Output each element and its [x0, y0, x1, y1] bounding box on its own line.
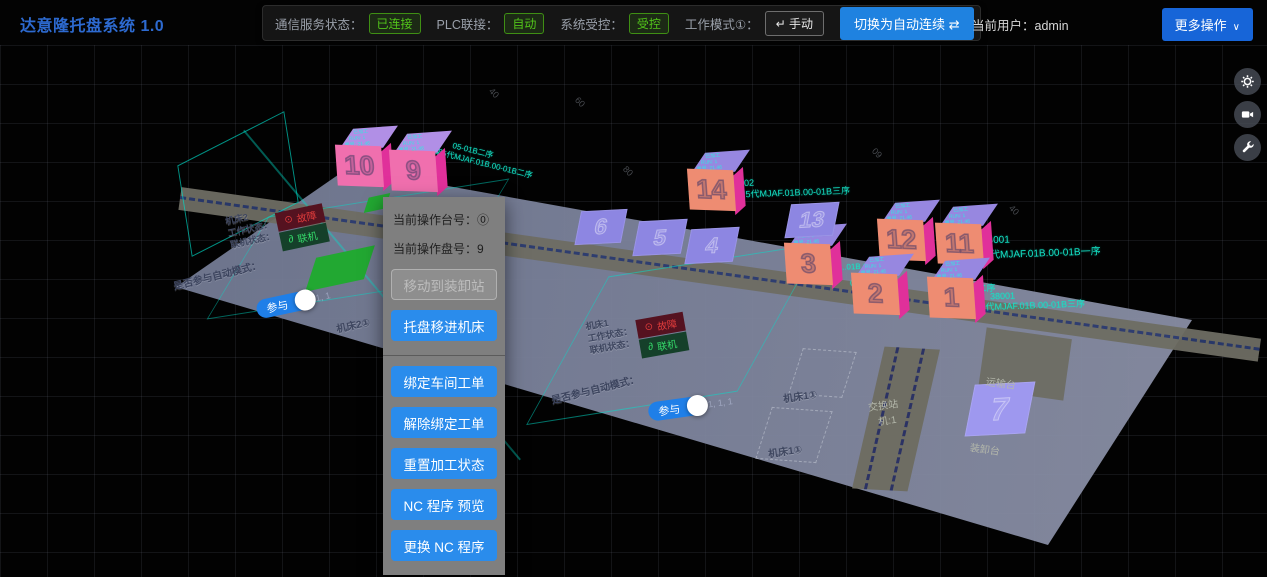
pallet-number: 10: [343, 150, 375, 182]
grid-tick-label: 60: [573, 95, 587, 109]
camera-view-button[interactable]: [1234, 101, 1261, 128]
slot-number: 6: [592, 214, 610, 241]
work-mode-group: 工作模式①： ↵ 手动: [685, 11, 824, 36]
grid-tick-label: 09: [870, 146, 884, 160]
more-actions-button[interactable]: 更多操作∨: [1162, 8, 1253, 41]
slot-number: 7: [987, 390, 1012, 428]
pallet-into-machine-button[interactable]: 托盘移进机床: [391, 310, 497, 341]
pallet-number: 14: [695, 174, 727, 206]
status-badge: 自动: [504, 13, 544, 34]
header-bar: 达意隆托盘系统 1.0 通信服务状态： 已连接 PLC联接： 自动 系统受控: [0, 0, 1267, 45]
username: admin: [1035, 19, 1069, 33]
status-badge: 已连接: [369, 13, 421, 34]
pallet-slot[interactable]: 13: [784, 202, 839, 238]
chevron-down-icon: ∨: [1233, 22, 1240, 33]
current-user: 当前用户：admin: [972, 15, 1069, 34]
pallet-slot[interactable]: 4: [684, 227, 739, 264]
pallet-cube[interactable]: 已加工 RUN: 1 单号: 21.46 1: [926, 258, 988, 324]
scene-canvas[interactable]: 4060800940 05-01B二序机架5代MJAF.01B.00-01B二序…: [0, 45, 1267, 577]
current-station-value: ⓪: [477, 213, 489, 227]
pallet-cube-front: 2: [851, 273, 900, 316]
tools-button[interactable]: [1234, 134, 1261, 161]
toggle-suffix: 1, 1: [314, 290, 331, 303]
pallet-cube[interactable]: 已加工 RUN: 1 单号: 21.46 2: [850, 254, 912, 320]
swap-icon: ⇄: [949, 17, 960, 32]
link-icon: ∂: [288, 234, 295, 246]
settings-button[interactable]: [1234, 68, 1261, 95]
manual-mode-button[interactable]: ↵ 手动: [765, 11, 824, 36]
popup-action-button[interactable]: 解除绑定工单: [391, 407, 497, 438]
enter-icon: ↵: [776, 17, 786, 31]
pallet-cube[interactable]: 已加工 RUN: 1 单号: 21.46 10: [334, 126, 396, 192]
pallet-cube-front: 9: [389, 150, 438, 193]
move-to-loading-station-button: 移动到装卸站: [391, 269, 497, 300]
camera-icon: [1240, 107, 1255, 122]
slot-number: 5: [651, 224, 669, 251]
status-item: PLC联接： 自动: [437, 13, 545, 34]
pallet-number: 9: [405, 155, 422, 186]
area-label: 机:1: [877, 411, 897, 428]
pallet-cube-front: 3: [784, 243, 833, 286]
status-label: 系统受控：: [560, 14, 623, 33]
popup-action-button[interactable]: 绑定车间工单: [391, 366, 497, 397]
grid-tick-label: 80: [621, 164, 635, 178]
pallet-slot[interactable]: 5: [632, 219, 687, 256]
slot-number: 4: [703, 232, 721, 259]
current-pallet-row: 当前操作盘号：9: [393, 240, 495, 257]
pallet-number: 2: [867, 278, 884, 309]
app-window: 达意隆托盘系统 1.0 通信服务状态： 已连接 PLC联接： 自动 系统受控: [0, 0, 1267, 577]
pallet-cube[interactable]: 已加工 RUN: 1 单号: 21.46 14: [686, 150, 748, 216]
pallet-number: 3: [800, 248, 817, 279]
status-item: 系统受控： 受控: [560, 13, 669, 34]
popup-action-button[interactable]: 更换 NC 程序: [391, 530, 497, 561]
pallet-cube[interactable]: 已加工 RUN: 1 单号: 21.46 9: [388, 131, 450, 197]
pallet-number: 11: [944, 228, 975, 260]
toggle-label: 参与: [265, 296, 290, 316]
app-title: 达意隆托盘系统 1.0: [20, 12, 164, 36]
slot-number: 13: [797, 206, 827, 233]
status-panel: 通信服务状态： 已连接 PLC联接： 自动 系统受控： 受控 工作模式①：: [262, 5, 981, 41]
popup-action-button[interactable]: NC 程序 预览: [391, 489, 497, 520]
toggle-knob[interactable]: [686, 394, 710, 418]
status-badge: 受控: [629, 13, 669, 34]
status-item: 通信服务状态： 已连接: [275, 13, 421, 34]
gear-icon: [1240, 74, 1255, 89]
fault-icon: ⊙: [644, 321, 654, 333]
grid-tick-label: 40: [1007, 203, 1021, 217]
pallet-slot[interactable]: 6: [574, 209, 627, 245]
toggle-label: 参与: [657, 400, 681, 419]
status-label: PLC联接：: [437, 14, 499, 33]
wrench-icon: [1240, 140, 1255, 155]
pallet-context-menu: 当前操作台号：⓪ 当前操作盘号：9 移动到装卸站 托盘移进机床 绑定车间工单解除…: [383, 197, 505, 575]
fault-icon: ⊙: [283, 214, 293, 227]
pallet-cube-front: 1: [927, 277, 976, 320]
pallet-cube-front: 14: [687, 169, 736, 212]
current-station-row: 当前操作台号：⓪: [393, 211, 495, 228]
work-mode-label: 工作模式①：: [685, 14, 759, 33]
pallet-number: 12: [885, 224, 917, 256]
switch-auto-continuous-button[interactable]: 切换为自动连续 ⇄: [840, 7, 974, 40]
current-pallet-value: 9: [477, 242, 484, 256]
status-label: 通信服务状态：: [275, 14, 363, 33]
toggle-suffix: 1, 1, 1: [707, 396, 733, 409]
grid-tick-label: 40: [487, 86, 501, 100]
status-list: 通信服务状态： 已连接 PLC联接： 自动 系统受控： 受控: [275, 13, 669, 34]
popup-action-buttons: 绑定车间工单解除绑定工单重置加工状态 NC 程序 预览更换 NC 程序: [383, 355, 505, 575]
pallet-number: 1: [943, 282, 960, 313]
link-icon: ∂: [647, 341, 654, 353]
popup-action-button[interactable]: 重置加工状态: [391, 448, 497, 479]
pallet-cube-front: 10: [335, 145, 384, 188]
